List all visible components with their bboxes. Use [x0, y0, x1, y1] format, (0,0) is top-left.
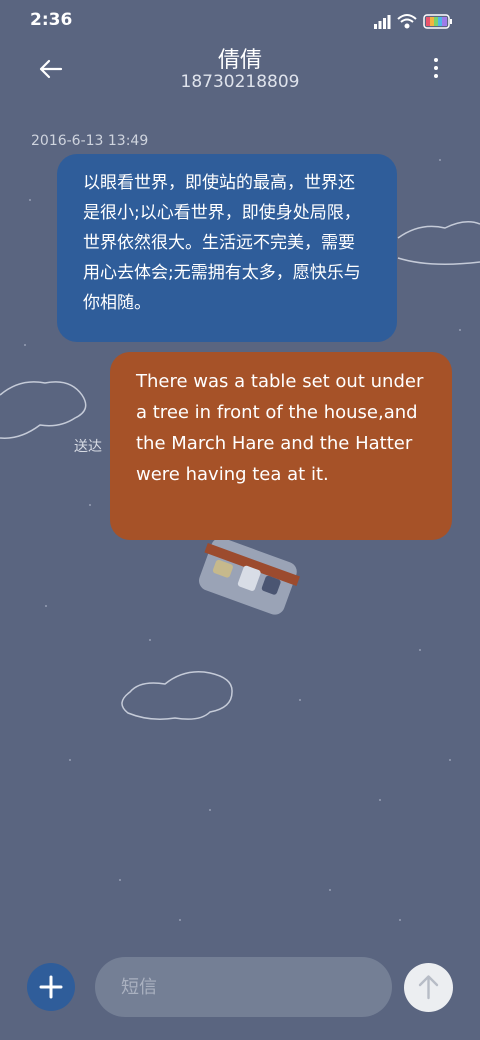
more-vert-icon[interactable]	[432, 58, 440, 82]
message-timestamp: 2016-6-13 13:49	[31, 133, 149, 149]
battery-icon	[423, 14, 452, 29]
contact-name: 倩倩	[217, 48, 262, 73]
status-bar: 2:36	[0, 0, 480, 42]
delivery-status: 送达	[74, 439, 102, 455]
message-input[interactable]	[95, 957, 392, 1017]
conversation-header: 倩倩 18730218809	[0, 42, 480, 102]
message-bubble-english[interactable]: There was a table set out under a tree i…	[110, 352, 452, 540]
message-bubble-chinese[interactable]: 以眼看世界，即使站的最高，世界还是很小;以心看世界，即使身处局限，世界依然很大。…	[57, 154, 397, 342]
send-button[interactable]	[404, 963, 453, 1012]
signal-icon	[374, 15, 391, 29]
contact-phone-number: 18730218809	[180, 72, 300, 92]
send-arrow-icon	[418, 975, 439, 1000]
wifi-icon	[397, 14, 417, 29]
add-attachment-button[interactable]	[27, 963, 75, 1011]
status-icons	[374, 14, 452, 29]
status-time: 2:36	[30, 10, 73, 30]
plus-icon	[39, 975, 63, 999]
